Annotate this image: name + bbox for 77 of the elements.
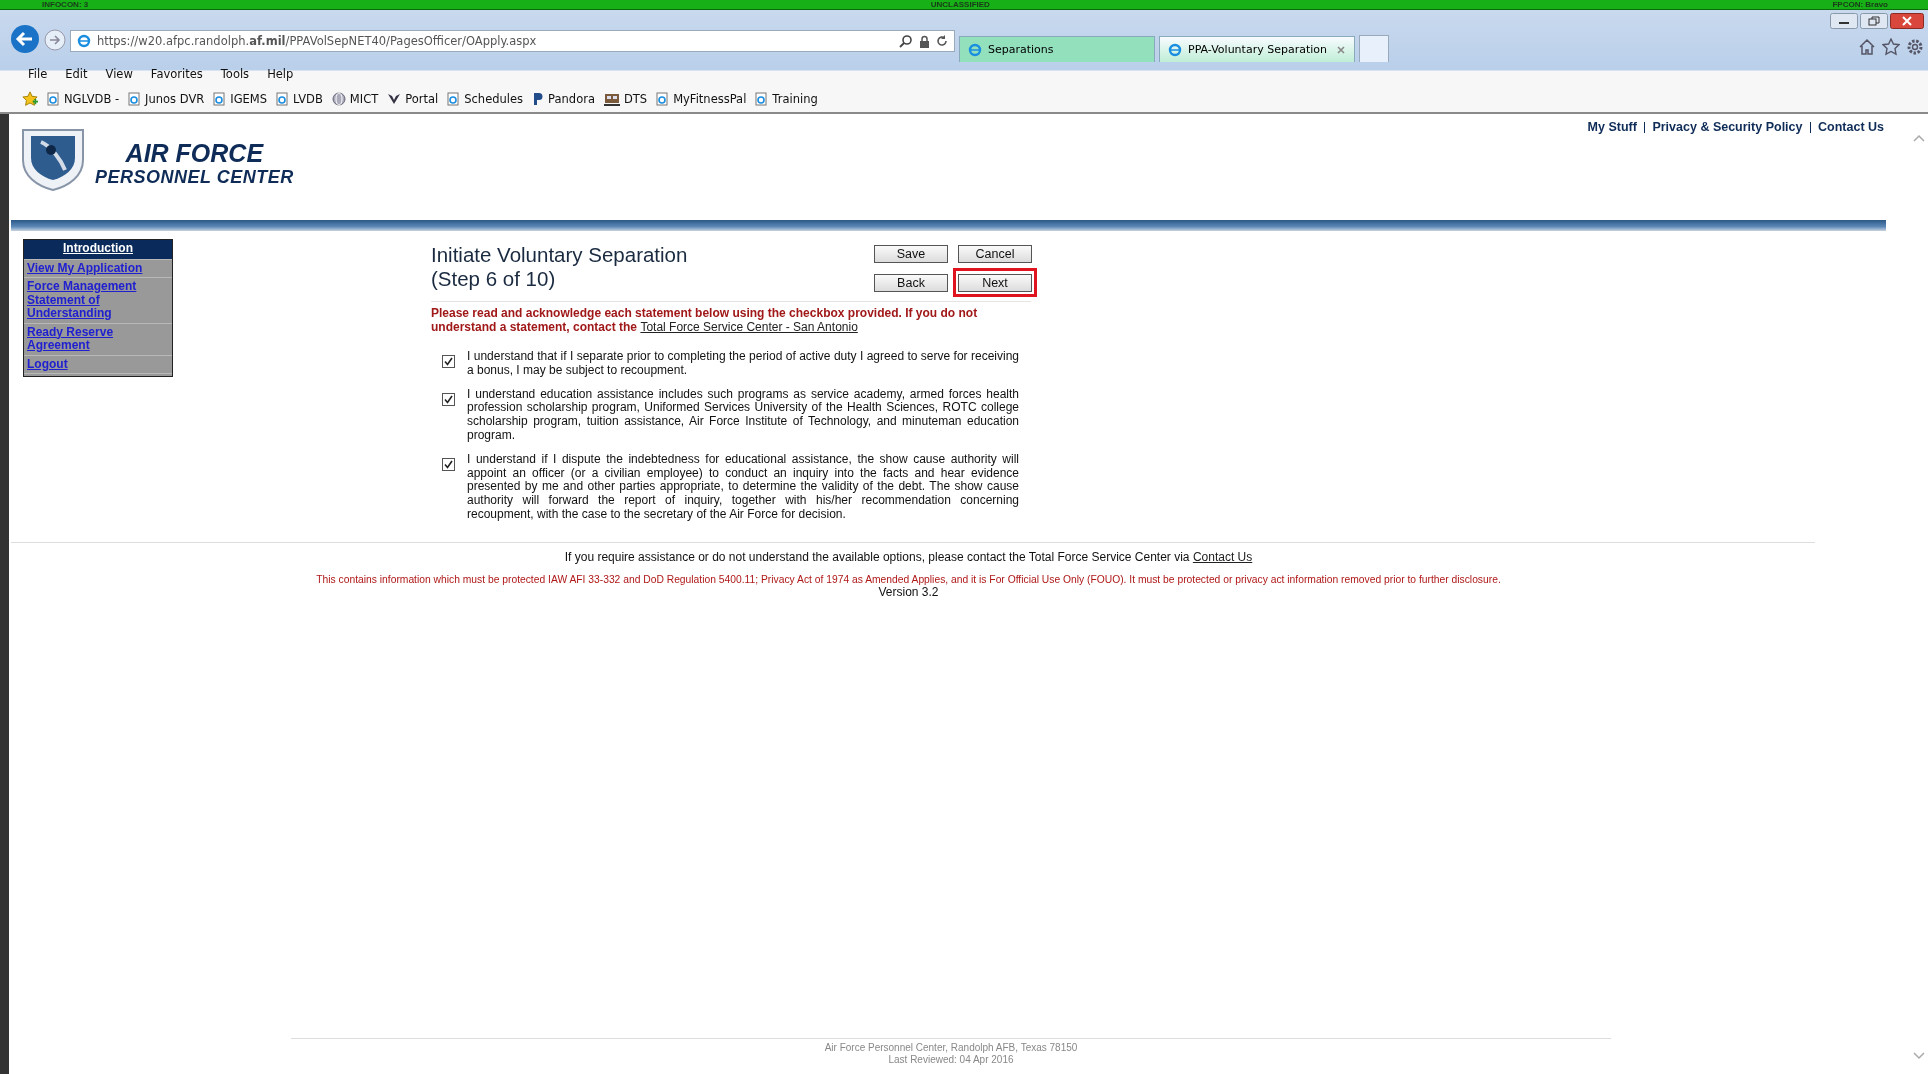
privacy-notice: This contains information which must be protected IAW AFI 33-332 and DoD Regulation 5400.11; Privacy Act of 1974 as Amended Applies, and it is For Official Use Only (FOUO). It must be protected or privacy act information removed prior to further disclosure. — [315, 573, 1502, 585]
browser-logo-icon — [77, 34, 91, 48]
wings-icon — [387, 92, 402, 106]
letter-icon — [532, 92, 545, 106]
favorite-link[interactable]: Training — [755, 92, 818, 106]
statement-text: I understand education assistance includes such programs as service academy, armed forces health profession scholarship program, Uniformed Services University of the Health Sciences, ROTC college scholarship program, tuition assistance, Air Force Institute of Technology, and minuteman education program. — [467, 387, 1019, 443]
settings-icon[interactable] — [1906, 38, 1924, 56]
page-icon — [276, 92, 290, 106]
header-link[interactable]: My Stuff — [1587, 120, 1637, 134]
close-icon[interactable] — [1890, 13, 1924, 29]
form-button[interactable]: Cancel — [958, 245, 1032, 263]
form-button[interactable]: Save — [874, 245, 948, 263]
home-icon[interactable] — [1858, 38, 1876, 56]
favorite-link[interactable]: Schedules — [447, 92, 524, 106]
page-icon — [755, 92, 769, 106]
restore-icon[interactable] — [1860, 13, 1888, 29]
globe-icon — [331, 92, 346, 106]
refresh-icon[interactable] — [936, 35, 948, 47]
favorite-link[interactable]: IGEMS — [213, 92, 268, 106]
statement-text: I understand that if I separate prior to completing the period of active duty I agreed to serve for receiving a bonus, I may be subject to recoupment. — [467, 350, 1019, 378]
checkbox[interactable] — [442, 355, 455, 368]
checkbox[interactable] — [442, 457, 455, 471]
favorite-link[interactable]: MyFitnessPal — [656, 92, 747, 106]
favorite-link[interactable]: NGLVDB - — [47, 92, 120, 106]
train-icon — [603, 92, 620, 106]
favorite-link[interactable]: Junos DVR — [128, 92, 205, 106]
browser-logo-icon — [968, 42, 982, 57]
version-text: Version 3.2 — [877, 584, 939, 599]
header-link[interactable]: Privacy & Security Policy — [1652, 120, 1803, 134]
favorites-star-icon[interactable] — [22, 91, 38, 107]
last-reviewed-text: Last Reviewed: 04 Apr 2016 — [888, 1054, 1014, 1066]
step-indicator: (Step 6 of 10) — [431, 267, 557, 291]
site-title: AIR FORCE — [125, 140, 264, 166]
site-subtitle: PERSONNEL CENTER — [95, 166, 294, 188]
browser-logo-icon — [1168, 42, 1182, 57]
sidebar-link[interactable]: Introduction — [24, 240, 172, 260]
star-icon[interactable] — [1882, 38, 1900, 56]
form-button[interactable]: Back — [874, 274, 948, 292]
favorite-link[interactable]: DTS — [603, 92, 648, 106]
menu-item[interactable]: Tools — [220, 67, 250, 81]
banner-text: INFOCON: 3 — [42, 0, 89, 9]
favorite-link[interactable]: Pandora — [532, 92, 595, 106]
browser-tab[interactable]: PPA-Voluntary Separation — [1159, 36, 1355, 62]
page-icon — [128, 92, 142, 106]
assistance-text: If you require assistance or do not understand the available options, please contact the Total Force Service Center via Contact Us — [564, 549, 1253, 564]
banner-text: FPCON: Bravo — [1832, 0, 1888, 9]
banner-text: UNCLASSIFIED — [930, 0, 990, 9]
menu-item[interactable]: Edit — [65, 67, 88, 81]
contact-link[interactable]: Contact Us — [1192, 549, 1253, 564]
minimize-icon[interactable] — [1830, 13, 1858, 29]
favorite-link[interactable]: LVDB — [276, 92, 323, 106]
favorite-link[interactable]: Portal — [387, 92, 439, 106]
service-center-link[interactable]: Total Force Service Center - San Antonio — [640, 320, 858, 334]
address-text: Air Force Personnel Center, Randolph AFB, Texas 78150 — [824, 1042, 1078, 1054]
form-button[interactable]: Next — [958, 274, 1032, 292]
menu-item[interactable]: Help — [267, 67, 294, 81]
page-title: Initiate Voluntary Separation — [431, 243, 688, 267]
browser-tab[interactable]: Separations — [959, 36, 1155, 62]
checkbox[interactable] — [442, 392, 455, 406]
instruction-text: Please read and acknowledge each statement below using the checkbox provided. If you do not understand a statement, contact the Total Force Service Center - San Antonio — [431, 306, 979, 334]
favorite-link[interactable]: MICT — [331, 92, 379, 106]
header-link[interactable]: Contact Us — [1818, 120, 1884, 134]
back-icon[interactable] — [10, 24, 40, 54]
lock-icon — [919, 34, 930, 48]
close-tab-icon[interactable] — [1336, 44, 1346, 55]
search-icon[interactable] — [899, 34, 913, 48]
statement-text: I understand if I dispute the indebtedness for educational assistance, the show cause authority will appoint an officer (or a civilian employee) to conduct an inquiry into the facts and hear evidence presented by me and other parties appropriate, to determine the validity of the debt. The show cause authority will forward the report of inquiry, together with his/her recommendation concerning recoupment, with the case to the secretary of the Air Force for decision. — [467, 452, 1019, 522]
forward-icon[interactable] — [44, 29, 66, 51]
page-icon — [213, 92, 227, 106]
menu-item[interactable]: Favorites — [150, 67, 203, 81]
page-icon — [656, 92, 670, 106]
menu-item[interactable]: View — [105, 67, 133, 81]
menu-item[interactable]: File — [28, 67, 48, 81]
address-bar[interactable]: https://w20.afpc.randolph.af.mil/PPAVolSepNET40/PagesOfficer/OApply.aspx — [70, 30, 955, 52]
page-icon — [47, 92, 60, 106]
url-text: https://w20.afpc.randolph.af.mil/PPAVolSepNET40/PagesOfficer/OApply.aspx — [97, 34, 537, 48]
page-icon — [447, 92, 461, 106]
